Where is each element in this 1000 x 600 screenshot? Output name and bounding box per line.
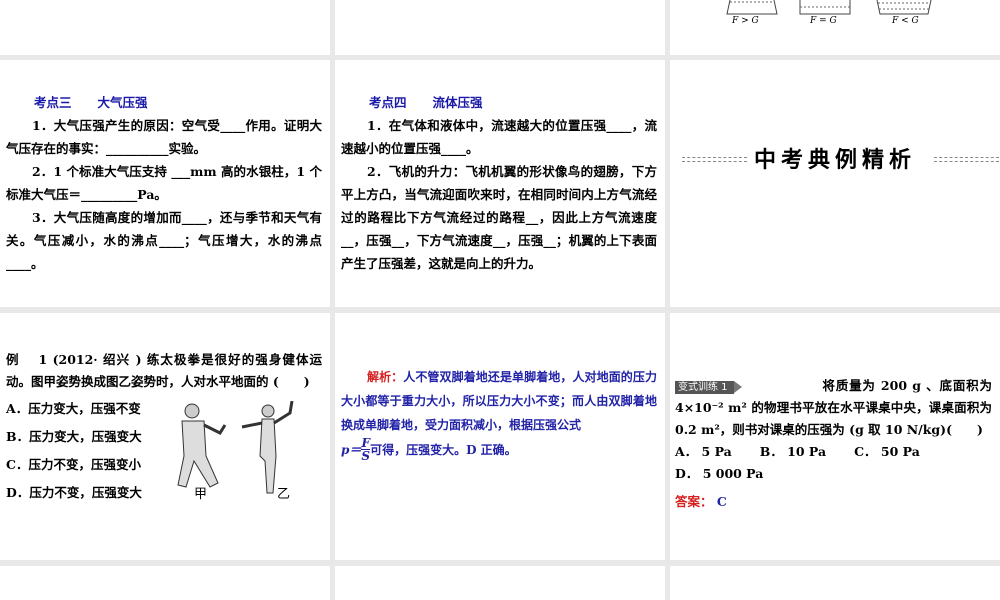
figure-label-jia: 甲 [194, 487, 208, 502]
point-2: 2．1 个标准大气压支持 ___mm 高的水银柱，1 个标准大气压＝______… [6, 164, 322, 202]
slide-kaodian3: 考点三 大气压强 1．大气压强产生的原因：空气受____作用。证明大气压存在的事实… [0, 60, 330, 307]
slide-title: 中考典例精析 [670, 60, 1000, 307]
figure-label-yi: 乙 [277, 487, 291, 502]
practice-answer: 答案： C [675, 494, 727, 509]
option-a: A．压力变大，压强不变 [6, 401, 141, 416]
pressure-formula: p＝ FS 可得，压强变大。D 正确。 [341, 436, 517, 463]
slide-top-right: F > G F = G F < G [670, 0, 1000, 55]
slide-top-middle [335, 0, 665, 55]
option-d: D．压力不变，压强变大 [6, 485, 142, 500]
option-c: C．压力不变，压强变小 [6, 457, 141, 472]
section-heading: 考点四 流体压强 [369, 95, 483, 110]
point-3: 3．大气压随高度的增加而____，还与季节和天气有关。气压减小，水的沸点____… [6, 210, 322, 271]
diagram-label: F = G [810, 16, 837, 26]
analysis-label: 解析： [367, 370, 404, 384]
slide-top-left [0, 0, 330, 55]
point-2: 2．飞机的升力：飞机机翼的形状像鸟的翅膀，下方平上方凸，当气流迎面吹来时，在相同… [341, 164, 657, 271]
point-1: 1．大气压强产生的原因：空气受____作用。证明大气压存在的事实：_______… [6, 118, 322, 156]
practice-question: 4×10⁻² m² 的物理书平放在水平课桌中央，课桌面积为 0.2 m²，则书对… [675, 400, 992, 437]
slide-practice: 变式训练 1 将质量为 200 g 、底面积为 4×10⁻² m² 的物理书平放在… [670, 313, 1000, 560]
container-diagrams [726, 0, 932, 15]
slide-bottom-left [0, 566, 330, 600]
slide-example: 例 1 (2012· 绍兴 ) 练太极拳是很好的强身健体运动。图甲姿势换成图乙姿… [0, 313, 330, 560]
diagram-label: F > G [732, 16, 759, 26]
option-b: B．压力变大，压强变大 [6, 429, 142, 444]
section-heading: 考点三 大气压强 [34, 95, 148, 110]
diagram-label: F < G [892, 16, 919, 26]
practice-badge: 变式训练 1 [675, 381, 742, 394]
practice-options: A． 5 Pa B． 10 Pa C． 50 Pa D． 5 000 Pa [675, 444, 920, 481]
taichi-figures [177, 401, 294, 494]
section-title: 中考典例精析 [753, 148, 916, 173]
point-1: 1．在气体和液体中，流速越大的位置压强____，流速越小的位置压强____。 [341, 118, 657, 156]
analysis-text: 解析：人不管双脚着地还是单脚着地，人对地面的压力大小都等于重力大小，所以压力大小… [341, 370, 657, 432]
slide-bottom-middle [335, 566, 665, 600]
example-question: 例 1 (2012· 绍兴 ) 练太极拳是很好的强身健体运动。图甲姿势换成图乙姿… [6, 352, 322, 389]
slide-bottom-right [670, 566, 1000, 600]
slide-kaodian4: 考点四 流体压强 1．在气体和液体中，流速越大的位置压强____，流速越小的位置压… [335, 60, 665, 307]
decor-dashes [934, 157, 999, 162]
slide-analysis: 解析：人不管双脚着地还是单脚着地，人对地面的压力大小都等于重力大小，所以压力大小… [335, 313, 665, 560]
